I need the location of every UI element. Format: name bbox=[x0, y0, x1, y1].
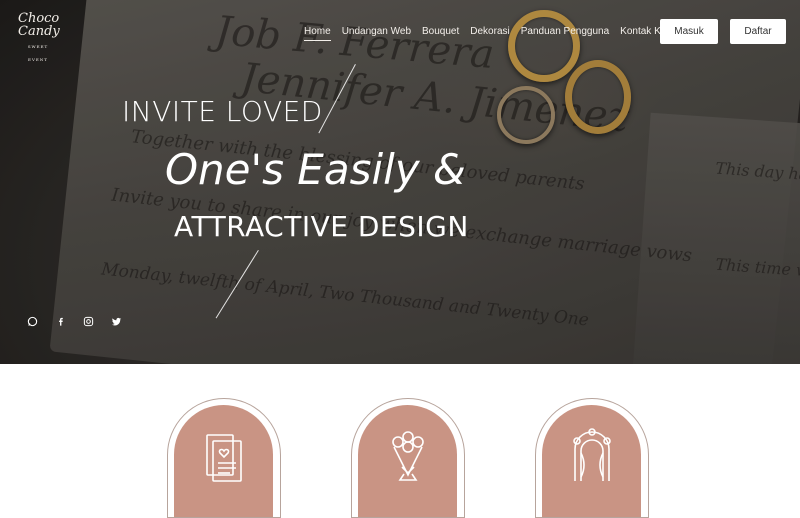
whatsapp-icon[interactable] bbox=[26, 316, 38, 328]
hero-line-1: INVITE LOVED bbox=[122, 95, 323, 128]
invitation-card-icon bbox=[205, 434, 242, 482]
wedding-arch-icon bbox=[572, 428, 611, 481]
feature-card-bg bbox=[174, 405, 273, 517]
nav-panduan-pengguna[interactable]: Panduan Pengguna bbox=[521, 26, 609, 41]
feature-card-bouquet[interactable] bbox=[351, 398, 465, 518]
logo-line2: Candy bbox=[18, 24, 60, 39]
login-button[interactable]: Masuk bbox=[660, 19, 718, 44]
social-links bbox=[26, 316, 122, 328]
hero-section: Job F. Ferrera Jennifer A. Jimenez Toget… bbox=[0, 0, 800, 364]
feature-card-bg bbox=[358, 405, 457, 517]
main-nav: Home Undangan Web Bouquet Dekorasi Pandu… bbox=[304, 26, 688, 41]
bouquet-icon bbox=[391, 431, 424, 481]
feature-card-invitation[interactable] bbox=[167, 398, 281, 518]
facebook-icon[interactable] bbox=[54, 316, 66, 328]
nav-dekorasi[interactable]: Dekorasi bbox=[470, 26, 509, 41]
twitter-icon[interactable] bbox=[110, 316, 122, 328]
nav-home[interactable]: Home bbox=[304, 26, 331, 41]
instagram-icon[interactable] bbox=[82, 316, 94, 328]
nav-bouquet[interactable]: Bouquet bbox=[422, 26, 459, 41]
feature-card-bg bbox=[542, 405, 641, 517]
logo-tagline: SWEET EVENT bbox=[27, 44, 49, 62]
register-button[interactable]: Daftar bbox=[730, 19, 786, 44]
nav-undangan-web[interactable]: Undangan Web bbox=[342, 26, 411, 41]
feature-card-decoration[interactable] bbox=[535, 398, 649, 518]
site-logo[interactable]: Choco Candy SWEET EVENT bbox=[18, 12, 60, 62]
hero-line-3: ATTRACTIVE DESIGN bbox=[174, 210, 469, 243]
hero-line-2: One's Easily & bbox=[165, 145, 466, 194]
